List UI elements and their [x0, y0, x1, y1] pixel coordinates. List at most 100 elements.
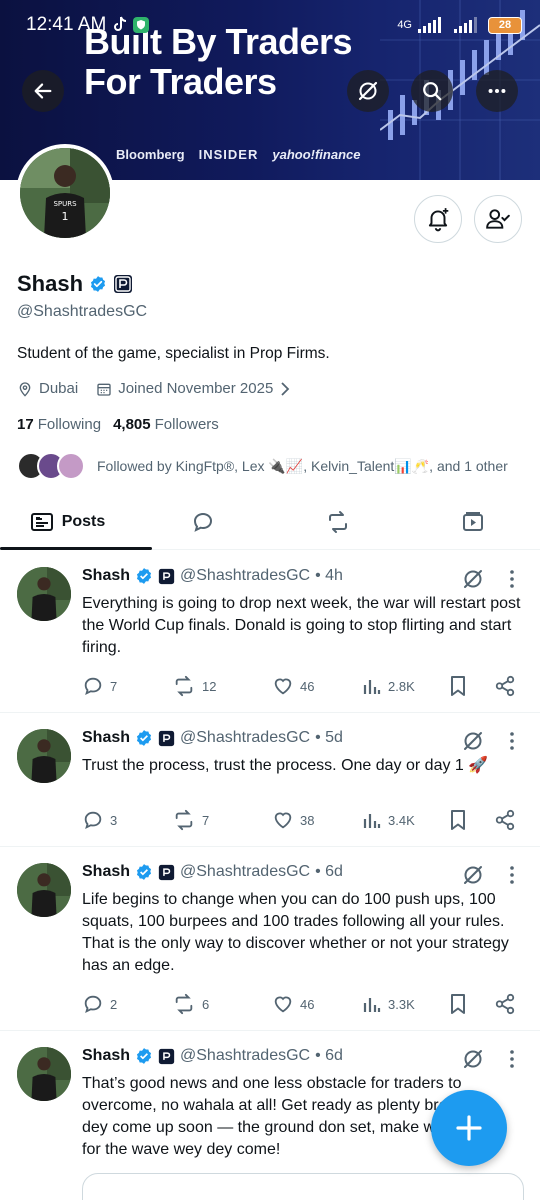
reply-button[interactable]: 3 [82, 809, 172, 831]
post-time[interactable]: • 4h [315, 567, 343, 585]
battery-indicator: 28 [488, 16, 522, 34]
repost-count: 12 [202, 678, 217, 694]
post-author-avatar[interactable] [17, 567, 71, 621]
repost-button[interactable]: 7 [172, 809, 272, 831]
more-vertical-icon[interactable] [502, 729, 522, 753]
tab-posts[interactable]: Posts [0, 494, 152, 550]
verified-badge-icon[interactable] [89, 275, 107, 293]
post-author-avatar[interactable] [17, 1047, 71, 1101]
profile-tabs: Posts [0, 494, 540, 550]
share-button[interactable] [494, 675, 522, 697]
grok-icon[interactable] [461, 567, 485, 591]
bloomberg-logo: Bloomberg [116, 147, 185, 162]
more-vertical-icon[interactable] [502, 863, 522, 887]
quoted-post-card[interactable] [82, 1173, 524, 1200]
bookmark-button[interactable] [448, 993, 494, 1015]
post-time[interactable]: • 6d [315, 863, 343, 881]
post-author-handle[interactable]: @ShashtradesGC [180, 1047, 310, 1065]
followers-label: Followers [154, 416, 219, 433]
like-button[interactable]: 46 [272, 993, 362, 1015]
grok-icon[interactable] [461, 729, 485, 753]
post-time[interactable]: • 5d [315, 729, 343, 747]
post-time[interactable]: • 6d [315, 1047, 343, 1065]
views-button[interactable]: 3.3K [362, 994, 448, 1014]
bookmark-icon [451, 994, 465, 1014]
repost-button[interactable]: 6 [172, 993, 272, 1015]
followed-by-row[interactable]: Followed by KingFtp®, Lex 🔌📈, Kelvin_Tal… [17, 452, 508, 480]
profile-joined[interactable]: Joined November 2025 [96, 380, 291, 397]
post-author-avatar[interactable] [17, 863, 71, 917]
post-item[interactable]: Shash @ShashtradesGC • 4h Everything is … [0, 551, 540, 713]
compose-post-button[interactable] [431, 1090, 507, 1166]
bookmark-icon [451, 810, 465, 830]
more-button[interactable] [476, 70, 518, 112]
share-button[interactable] [494, 809, 522, 831]
views-count: 3.4K [388, 812, 415, 828]
like-count: 46 [300, 678, 315, 694]
back-button[interactable] [22, 70, 64, 112]
post-author-handle[interactable]: @ShashtradesGC [180, 863, 310, 881]
profile-name-row: Shash [17, 271, 133, 297]
views-button[interactable]: 3.4K [362, 810, 448, 830]
like-button[interactable]: 46 [272, 675, 362, 697]
tab-media[interactable] [405, 494, 540, 549]
like-count: 46 [300, 996, 315, 1012]
views-chart-icon [363, 814, 381, 828]
post-author-name[interactable]: Shash [82, 863, 130, 881]
search-button[interactable] [411, 70, 453, 112]
like-button[interactable]: 38 [272, 809, 362, 831]
post-text: Life begins to change when you can do 10… [82, 891, 509, 974]
follower-avatar [57, 452, 85, 480]
bookmark-button[interactable] [448, 809, 494, 831]
post-author-name[interactable]: Shash [82, 567, 130, 585]
svg-text:1: 1 [62, 210, 69, 223]
affiliate-badge-icon[interactable] [113, 274, 133, 294]
post-item[interactable]: Shash @ShashtradesGC • 5d Trust the proc… [0, 713, 540, 847]
post-author-name[interactable]: Shash [82, 729, 130, 747]
repost-count: 7 [202, 812, 210, 828]
tab-replies[interactable] [135, 494, 270, 549]
reply-count: 3 [110, 812, 118, 828]
post-author-avatar[interactable] [17, 729, 71, 783]
reply-icon [84, 677, 102, 696]
repost-button[interactable]: 12 [172, 675, 272, 697]
affiliate-badge-icon [158, 568, 175, 584]
repost-icon [175, 675, 193, 697]
bookmark-button[interactable] [448, 675, 494, 697]
reply-button[interactable]: 2 [82, 993, 172, 1015]
banner-press-logos: Bloomberg INSIDER yahoo!finance [116, 147, 360, 162]
post-text: Everything is going to drop next week, t… [82, 595, 521, 656]
post-actions: 7 12 46 2.8K [82, 675, 522, 697]
verified-badge-icon [136, 568, 152, 584]
reply-button[interactable]: 7 [82, 675, 172, 697]
post-actions: 2 6 46 3.3K [82, 993, 522, 1015]
post-author-name[interactable]: Shash [82, 1047, 130, 1065]
repost-icon [175, 993, 193, 1015]
followers-link[interactable]: 4,805 Followers [113, 416, 219, 433]
more-vertical-icon[interactable] [502, 1047, 522, 1071]
views-button[interactable]: 2.8K [362, 676, 448, 696]
following-link[interactable]: 17 Following [17, 416, 101, 433]
grok-icon[interactable] [461, 863, 485, 887]
post-author-handle[interactable]: @ShashtradesGC [180, 567, 310, 585]
reply-count: 7 [110, 678, 118, 694]
verified-badge-icon [136, 864, 152, 880]
post-header: Shash @ShashtradesGC • 5d [82, 729, 343, 747]
notifications-button[interactable] [414, 195, 462, 243]
profile-avatar[interactable]: SPURS 1 [16, 144, 114, 242]
post-author-handle[interactable]: @ShashtradesGC [180, 729, 310, 747]
repost-count: 6 [202, 996, 210, 1012]
post-header: Shash @ShashtradesGC • 6d [82, 863, 343, 881]
affiliate-badge-icon [158, 1048, 175, 1064]
post-item[interactable]: Shash @ShashtradesGC • 6d Life begins to… [0, 847, 540, 1031]
more-vertical-icon[interactable] [502, 567, 522, 591]
share-button[interactable] [494, 993, 522, 1015]
bookmark-icon [451, 676, 465, 696]
profile-meta: Dubai Joined November 2025 [17, 380, 291, 397]
grok-icon[interactable] [461, 1047, 485, 1071]
tab-reposts[interactable] [270, 494, 405, 549]
following-button[interactable] [474, 195, 522, 243]
media-icon [462, 511, 483, 531]
svg-text:SPURS: SPURS [53, 200, 77, 208]
grok-button[interactable] [347, 70, 389, 112]
